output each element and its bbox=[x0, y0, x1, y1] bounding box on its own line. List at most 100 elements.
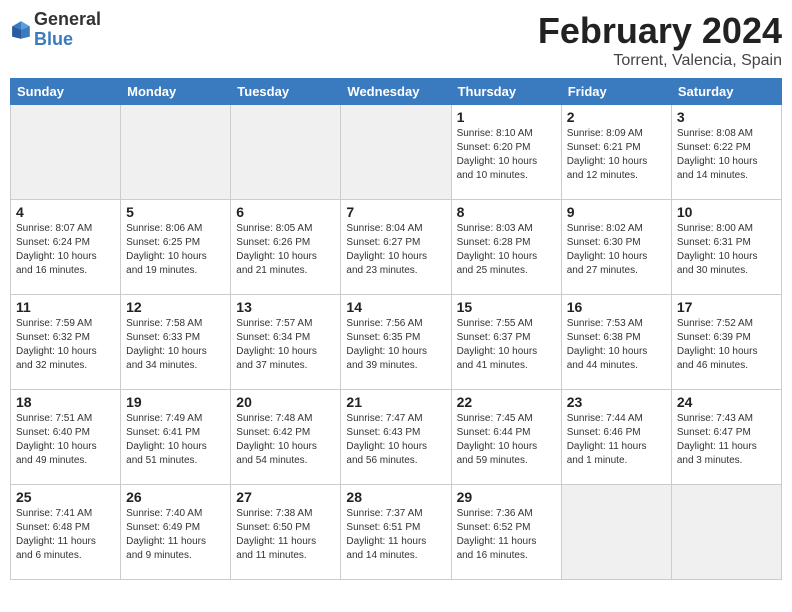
day-number: 8 bbox=[457, 204, 556, 220]
cal-cell: 2 Sunrise: 8:09 AM Sunset: 6:21 PM Daylig… bbox=[561, 105, 671, 200]
day-number: 23 bbox=[567, 394, 666, 410]
main-title: February 2024 bbox=[538, 10, 782, 52]
day-number: 24 bbox=[677, 394, 776, 410]
day-number: 11 bbox=[16, 299, 115, 315]
cell-info: Sunrise: 7:48 AM Sunset: 6:42 PM Dayligh… bbox=[236, 412, 335, 468]
day-number: 16 bbox=[567, 299, 666, 315]
cell-info: Sunrise: 7:41 AM Sunset: 6:48 PM Dayligh… bbox=[16, 507, 115, 563]
cell-info: Sunrise: 7:53 AM Sunset: 6:38 PM Dayligh… bbox=[567, 317, 666, 373]
cal-cell: 17Sunrise: 7:52 AM Sunset: 6:39 PM Dayli… bbox=[671, 295, 781, 390]
cal-cell: 13 Sunrise: 7:57 AM Sunset: 6:34 PM Dayli… bbox=[231, 295, 341, 390]
day-header-friday: Friday bbox=[561, 79, 671, 105]
cell-info: Sunrise: 8:07 AM Sunset: 6:24 PM Dayligh… bbox=[16, 222, 115, 278]
day-header-sunday: Sunday bbox=[11, 79, 121, 105]
cal-cell bbox=[341, 105, 451, 200]
cell-info: Sunrise: 7:52 AM Sunset: 6:39 PM Dayligh… bbox=[677, 317, 776, 373]
cal-cell: 7 Sunrise: 8:04 AM Sunset: 6:27 PM Daylig… bbox=[341, 200, 451, 295]
day-number: 21 bbox=[346, 394, 445, 410]
day-header-saturday: Saturday bbox=[671, 79, 781, 105]
day-number: 26 bbox=[126, 489, 225, 505]
cal-cell: 8 Sunrise: 8:03 AM Sunset: 6:28 PM Daylig… bbox=[451, 200, 561, 295]
logo-blue-text: Blue bbox=[34, 29, 73, 49]
cal-cell bbox=[231, 105, 341, 200]
cal-cell bbox=[561, 485, 671, 580]
day-number: 22 bbox=[457, 394, 556, 410]
cell-info: Sunrise: 8:00 AM Sunset: 6:31 PM Dayligh… bbox=[677, 222, 776, 278]
day-number: 7 bbox=[346, 204, 445, 220]
day-number: 6 bbox=[236, 204, 335, 220]
cal-cell: 28 Sunrise: 7:37 AM Sunset: 6:51 PM Dayli… bbox=[341, 485, 451, 580]
logo: General Blue bbox=[10, 10, 101, 50]
logo-general-text: General bbox=[34, 9, 101, 29]
day-number: 28 bbox=[346, 489, 445, 505]
cal-cell: 20 Sunrise: 7:48 AM Sunset: 6:42 PM Dayli… bbox=[231, 390, 341, 485]
cal-cell: 29 Sunrise: 7:36 AM Sunset: 6:52 PM Dayli… bbox=[451, 485, 561, 580]
cal-cell bbox=[121, 105, 231, 200]
day-number: 25 bbox=[16, 489, 115, 505]
cell-info: Sunrise: 7:51 AM Sunset: 6:40 PM Dayligh… bbox=[16, 412, 115, 468]
day-header-wednesday: Wednesday bbox=[341, 79, 451, 105]
cal-cell: 6Sunrise: 8:05 AM Sunset: 6:26 PM Daylig… bbox=[231, 200, 341, 295]
logo-icon bbox=[10, 19, 32, 41]
calendar-table: SundayMondayTuesdayWednesdayThursdayFrid… bbox=[10, 78, 782, 580]
week-row-4: 25 Sunrise: 7:41 AM Sunset: 6:48 PM Dayli… bbox=[11, 485, 782, 580]
logo-text: General Blue bbox=[34, 10, 101, 50]
day-number: 14 bbox=[346, 299, 445, 315]
cal-cell: 22 Sunrise: 7:45 AM Sunset: 6:44 PM Dayli… bbox=[451, 390, 561, 485]
title-block: February 2024 Torrent, Valencia, Spain bbox=[538, 10, 782, 70]
subtitle: Torrent, Valencia, Spain bbox=[538, 52, 782, 70]
days-header-row: SundayMondayTuesdayWednesdayThursdayFrid… bbox=[11, 79, 782, 105]
cell-info: Sunrise: 7:45 AM Sunset: 6:44 PM Dayligh… bbox=[457, 412, 556, 468]
cal-cell: 27 Sunrise: 7:38 AM Sunset: 6:50 PM Dayli… bbox=[231, 485, 341, 580]
day-number: 12 bbox=[126, 299, 225, 315]
cell-info: Sunrise: 7:58 AM Sunset: 6:33 PM Dayligh… bbox=[126, 317, 225, 373]
cal-cell: 24Sunrise: 7:43 AM Sunset: 6:47 PM Dayli… bbox=[671, 390, 781, 485]
day-number: 20 bbox=[236, 394, 335, 410]
day-number: 2 bbox=[567, 109, 666, 125]
cal-cell: 10 Sunrise: 8:00 AM Sunset: 6:31 PM Dayli… bbox=[671, 200, 781, 295]
day-number: 19 bbox=[126, 394, 225, 410]
day-number: 10 bbox=[677, 204, 776, 220]
cal-cell: 4 Sunrise: 8:07 AM Sunset: 6:24 PM Daylig… bbox=[11, 200, 121, 295]
day-number: 4 bbox=[16, 204, 115, 220]
week-row-3: 18 Sunrise: 7:51 AM Sunset: 6:40 PM Dayli… bbox=[11, 390, 782, 485]
day-number: 18 bbox=[16, 394, 115, 410]
cal-cell: 12 Sunrise: 7:58 AM Sunset: 6:33 PM Dayli… bbox=[121, 295, 231, 390]
cal-cell: 18 Sunrise: 7:51 AM Sunset: 6:40 PM Dayli… bbox=[11, 390, 121, 485]
cell-info: Sunrise: 7:49 AM Sunset: 6:41 PM Dayligh… bbox=[126, 412, 225, 468]
cell-info: Sunrise: 7:38 AM Sunset: 6:50 PM Dayligh… bbox=[236, 507, 335, 563]
day-header-tuesday: Tuesday bbox=[231, 79, 341, 105]
cell-info: Sunrise: 7:36 AM Sunset: 6:52 PM Dayligh… bbox=[457, 507, 556, 563]
day-number: 9 bbox=[567, 204, 666, 220]
cal-cell: 23 Sunrise: 7:44 AM Sunset: 6:46 PM Dayli… bbox=[561, 390, 671, 485]
cal-cell: 3Sunrise: 8:08 AM Sunset: 6:22 PM Daylig… bbox=[671, 105, 781, 200]
cal-cell: 11 Sunrise: 7:59 AM Sunset: 6:32 PM Dayli… bbox=[11, 295, 121, 390]
cal-cell: 9 Sunrise: 8:02 AM Sunset: 6:30 PM Daylig… bbox=[561, 200, 671, 295]
cell-info: Sunrise: 7:56 AM Sunset: 6:35 PM Dayligh… bbox=[346, 317, 445, 373]
cal-cell: 15Sunrise: 7:55 AM Sunset: 6:37 PM Dayli… bbox=[451, 295, 561, 390]
cell-info: Sunrise: 7:47 AM Sunset: 6:43 PM Dayligh… bbox=[346, 412, 445, 468]
day-number: 27 bbox=[236, 489, 335, 505]
day-number: 1 bbox=[457, 109, 556, 125]
cell-info: Sunrise: 8:02 AM Sunset: 6:30 PM Dayligh… bbox=[567, 222, 666, 278]
cal-cell: 1 Sunrise: 8:10 AM Sunset: 6:20 PM Daylig… bbox=[451, 105, 561, 200]
week-row-2: 11 Sunrise: 7:59 AM Sunset: 6:32 PM Dayli… bbox=[11, 295, 782, 390]
cal-cell: 26Sunrise: 7:40 AM Sunset: 6:49 PM Dayli… bbox=[121, 485, 231, 580]
day-header-monday: Monday bbox=[121, 79, 231, 105]
cell-info: Sunrise: 8:03 AM Sunset: 6:28 PM Dayligh… bbox=[457, 222, 556, 278]
cell-info: Sunrise: 8:09 AM Sunset: 6:21 PM Dayligh… bbox=[567, 127, 666, 183]
cell-info: Sunrise: 8:04 AM Sunset: 6:27 PM Dayligh… bbox=[346, 222, 445, 278]
day-number: 29 bbox=[457, 489, 556, 505]
cell-info: Sunrise: 7:57 AM Sunset: 6:34 PM Dayligh… bbox=[236, 317, 335, 373]
cell-info: Sunrise: 7:44 AM Sunset: 6:46 PM Dayligh… bbox=[567, 412, 666, 468]
day-header-thursday: Thursday bbox=[451, 79, 561, 105]
day-number: 13 bbox=[236, 299, 335, 315]
cell-info: Sunrise: 8:08 AM Sunset: 6:22 PM Dayligh… bbox=[677, 127, 776, 183]
cal-cell: 5Sunrise: 8:06 AM Sunset: 6:25 PM Daylig… bbox=[121, 200, 231, 295]
cell-info: Sunrise: 7:59 AM Sunset: 6:32 PM Dayligh… bbox=[16, 317, 115, 373]
cell-info: Sunrise: 8:10 AM Sunset: 6:20 PM Dayligh… bbox=[457, 127, 556, 183]
cell-info: Sunrise: 7:37 AM Sunset: 6:51 PM Dayligh… bbox=[346, 507, 445, 563]
day-number: 5 bbox=[126, 204, 225, 220]
cal-cell bbox=[671, 485, 781, 580]
page: General Blue February 2024 Torrent, Vale… bbox=[0, 0, 792, 590]
